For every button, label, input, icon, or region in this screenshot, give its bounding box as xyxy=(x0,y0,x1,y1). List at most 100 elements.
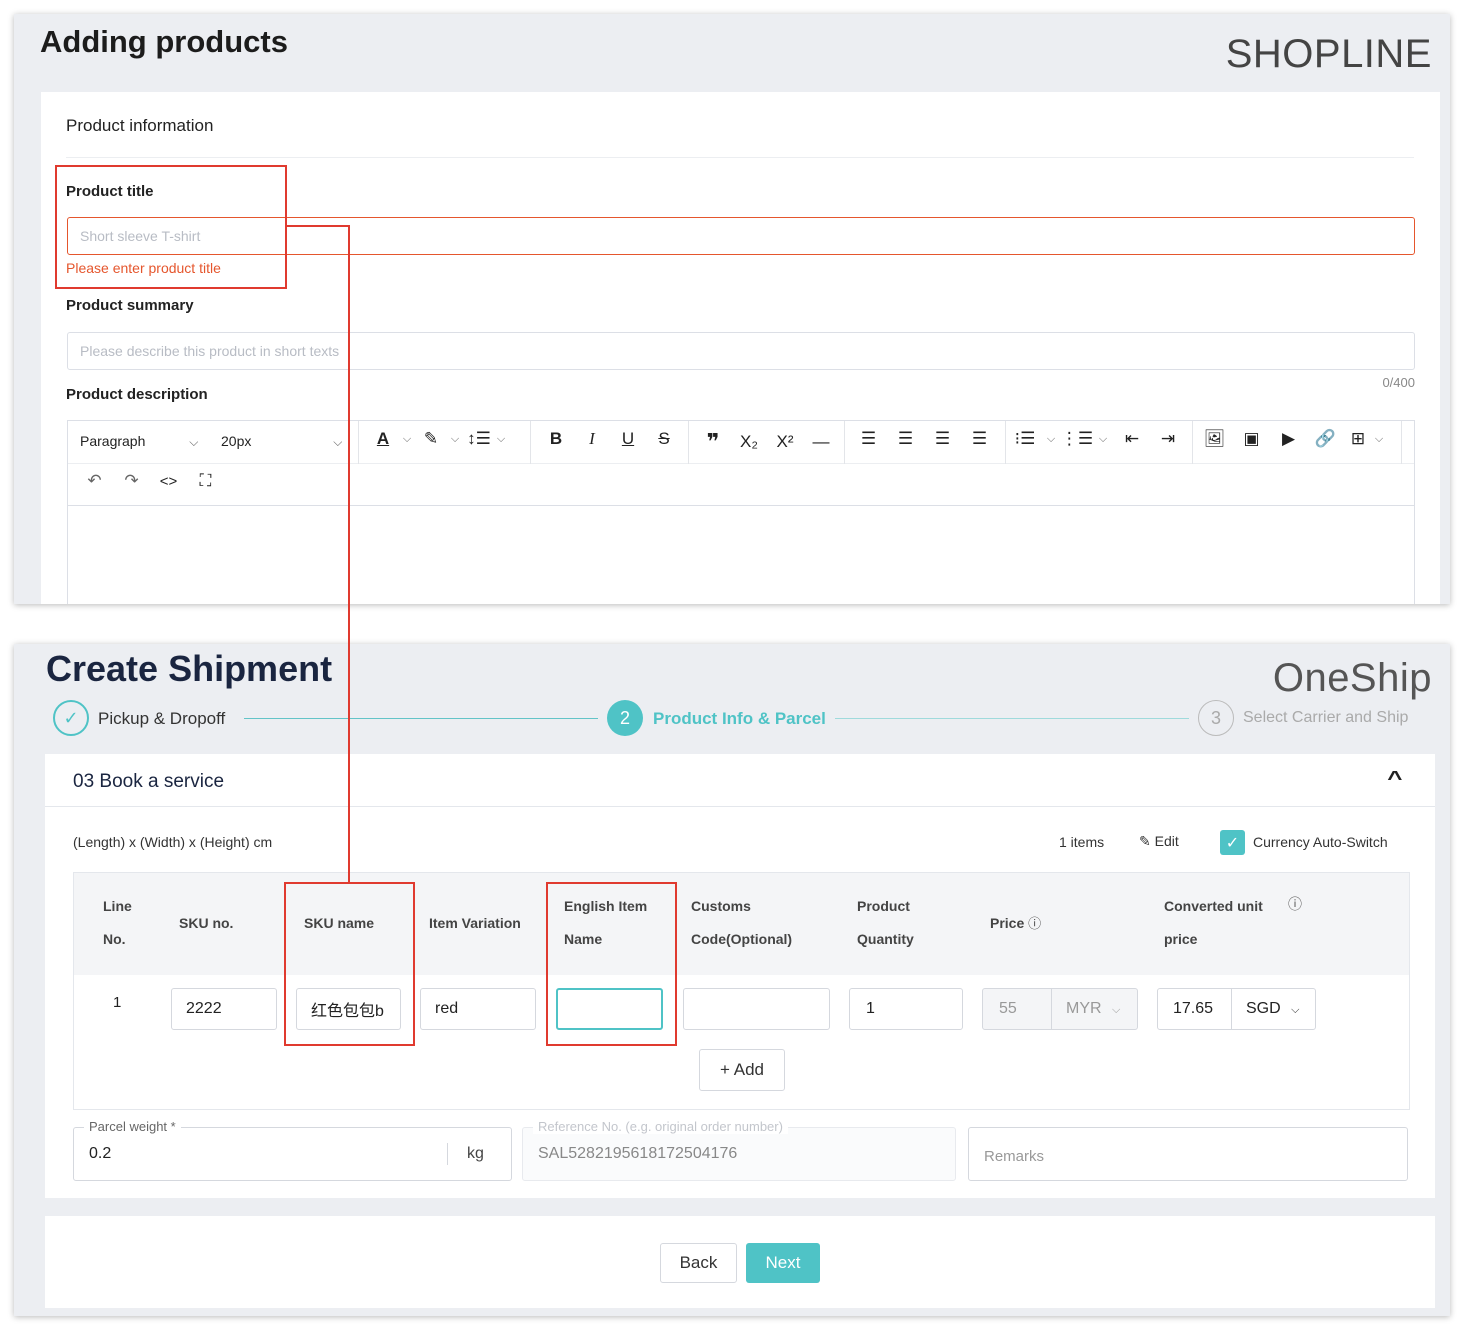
collapse-chevron-icon[interactable]: ^ xyxy=(1388,768,1403,791)
product-title-label: Product title xyxy=(66,183,154,200)
divider xyxy=(66,157,1414,158)
edit-button[interactable]: ✎ Edit xyxy=(1139,833,1179,850)
step-select-carrier: Select Carrier and Ship xyxy=(1243,709,1409,726)
numbered-list-icon[interactable]: ⋮☰ xyxy=(1061,429,1093,449)
font-size-select[interactable]: 20px ⌵ xyxy=(221,433,342,450)
redo-icon[interactable]: ↷ xyxy=(113,471,150,491)
chevron-down-icon[interactable]: ⌵ xyxy=(446,433,464,446)
align-center-icon[interactable]: ☰ xyxy=(887,429,924,449)
chevron-down-icon[interactable]: ⌵ xyxy=(1372,433,1386,446)
underline-icon[interactable]: U xyxy=(610,429,646,449)
undo-icon[interactable]: ↶ xyxy=(76,471,113,491)
divider xyxy=(45,806,1435,807)
product-title-input[interactable]: Short sleeve T-shirt xyxy=(67,217,1415,255)
product-summary-input[interactable]: Please describe this product in short te… xyxy=(67,332,1415,370)
quantity-input[interactable]: 1 xyxy=(849,988,963,1030)
superscript-icon[interactable]: X² xyxy=(767,432,803,452)
step-connector xyxy=(835,718,1189,719)
chevron-down-icon[interactable]: ⌵ xyxy=(1092,433,1114,446)
bold-icon[interactable]: B xyxy=(538,429,574,449)
chevron-down-icon[interactable]: ⌵ xyxy=(1040,433,1062,446)
chevron-down-icon: ⌵ xyxy=(189,435,199,449)
video-icon[interactable]: ▶ xyxy=(1270,429,1307,449)
chevron-down-icon: ⌵ xyxy=(1112,1004,1121,1016)
converted-currency-select[interactable]: SGD ⌵ xyxy=(1232,1000,1299,1018)
gallery-icon[interactable]: ▣ xyxy=(1233,429,1270,449)
summary-char-counter: 0/400 xyxy=(1382,375,1415,390)
book-service-card: 03 Book a service ^ (Length) x (Width) x… xyxy=(45,754,1435,1198)
info-icon[interactable]: ⓘ xyxy=(1028,916,1041,931)
customs-code-input[interactable] xyxy=(683,988,830,1030)
align-right-icon[interactable]: ☰ xyxy=(924,429,961,449)
section-title: Product information xyxy=(66,116,214,135)
step-product-info-parcel: Product Info & Parcel xyxy=(653,709,826,728)
remarks-field[interactable]: Remarks xyxy=(968,1127,1408,1181)
section-title: 03 Book a service xyxy=(73,771,225,792)
back-button[interactable]: Back xyxy=(660,1243,737,1283)
price-currency-select[interactable]: MYR ⌵ xyxy=(1052,1000,1120,1018)
items-count: 1 items xyxy=(1059,834,1105,850)
price-value: 55 xyxy=(999,1000,1017,1017)
bullet-list-icon[interactable]: ⁝☰ xyxy=(1010,429,1040,449)
header-converted-price: Converted unit price xyxy=(1164,890,1263,956)
english-item-name-input[interactable] xyxy=(556,988,663,1030)
sku-no-input[interactable]: 2222 xyxy=(171,988,277,1030)
info-icon[interactable]: ⓘ xyxy=(1288,894,1302,914)
sku-name-value: 红色包包b xyxy=(311,1003,384,1020)
step-pickup-dropoff: Pickup & Dropoff xyxy=(98,709,226,728)
chevron-down-icon[interactable]: ⌵ xyxy=(398,433,416,446)
chevron-down-icon[interactable]: ⌵ xyxy=(494,433,508,446)
table-icon[interactable]: ⊞ xyxy=(1344,429,1372,449)
code-icon[interactable]: <> xyxy=(150,473,187,490)
line-height-icon[interactable]: ↕☰ xyxy=(464,429,494,449)
header-english-name-1: English Item xyxy=(564,898,648,914)
italic-icon[interactable]: I xyxy=(574,429,610,449)
justify-icon[interactable]: ☰ xyxy=(961,429,998,449)
item-variation-input[interactable]: red xyxy=(420,988,536,1030)
header-customs-code-2: Code(Optional) xyxy=(691,931,793,947)
font-color-icon[interactable]: A xyxy=(368,429,398,449)
reference-no-field[interactable]: Reference No. (e.g. original order numbe… xyxy=(522,1119,956,1181)
highlight-icon[interactable]: ✎ xyxy=(416,429,446,449)
footer-actions: Back Next xyxy=(45,1216,1435,1308)
fullscreen-icon[interactable]: ⛶ xyxy=(187,471,224,491)
header-converted-price-1: Converted unit xyxy=(1164,898,1263,914)
currency-auto-switch-checkbox[interactable]: ✓ xyxy=(1220,830,1245,855)
editor-toolbar-row2 xyxy=(68,464,1414,506)
header-product-quantity-1: Product xyxy=(857,898,910,914)
converted-currency-value: SGD xyxy=(1246,1000,1281,1017)
sku-name-input[interactable]: 红色包包b xyxy=(296,988,401,1030)
add-row-button[interactable]: + Add xyxy=(699,1049,785,1091)
price-input[interactable]: 55 MYR ⌵ xyxy=(982,988,1138,1030)
toolbar-group-media: 🖼 ▣ ▶ 🔗 ⊞ ⌵ xyxy=(1196,429,1386,449)
remarks-placeholder: Remarks xyxy=(984,1148,1045,1165)
header-converted-price-2: price xyxy=(1164,931,1198,947)
paragraph-select-value: Paragraph xyxy=(80,433,146,449)
toolbar-separator xyxy=(530,421,531,464)
converted-price-input[interactable]: 17.65 SGD ⌵ xyxy=(1157,988,1316,1030)
link-icon[interactable]: 🔗 xyxy=(1307,429,1344,449)
strikethrough-icon[interactable]: S xyxy=(646,429,682,449)
toolbar-separator xyxy=(1401,421,1402,464)
parcel-weight-field[interactable]: Parcel weight * 0.2 kg xyxy=(73,1119,512,1181)
quote-icon[interactable]: ❞ xyxy=(695,429,731,455)
indent-icon[interactable]: ⇥ xyxy=(1150,429,1186,449)
product-information-card: Product information Product title Short … xyxy=(41,92,1440,604)
horizontal-rule-icon[interactable]: — xyxy=(803,432,839,452)
header-line-no: Line No. xyxy=(103,890,132,956)
next-button[interactable]: Next xyxy=(746,1243,820,1283)
reference-no-value: SAL5282195618172504176 xyxy=(538,1145,738,1162)
row-line-number: 1 xyxy=(113,994,122,1011)
chevron-down-icon: ⌵ xyxy=(1291,1004,1300,1016)
image-icon[interactable]: 🖼 xyxy=(1196,429,1233,449)
chevron-down-icon: ⌵ xyxy=(333,435,343,449)
toolbar-separator xyxy=(1192,421,1193,464)
align-left-icon[interactable]: ☰ xyxy=(850,429,887,449)
product-title-placeholder: Short sleeve T-shirt xyxy=(80,228,201,244)
subscript-icon[interactable]: X₂ xyxy=(731,432,767,452)
paragraph-select[interactable]: Paragraph ⌵ xyxy=(80,433,198,450)
adding-products-panel: Adding products SHOPLINE Product informa… xyxy=(14,14,1450,604)
outdent-icon[interactable]: ⇤ xyxy=(1114,429,1150,449)
toolbar-separator xyxy=(688,421,689,464)
step-connector xyxy=(244,718,598,719)
